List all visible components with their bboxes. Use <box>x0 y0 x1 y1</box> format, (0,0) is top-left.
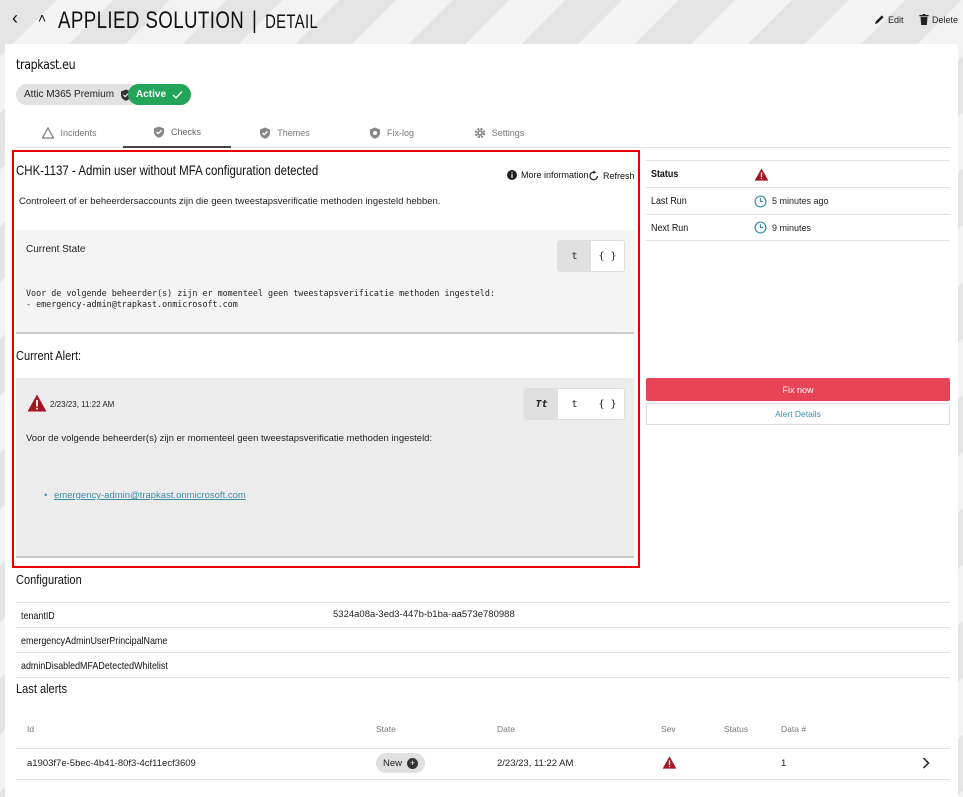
tab-themes[interactable]: Themes <box>231 118 338 148</box>
next-run-text: 9 minutes <box>772 222 812 233</box>
tab-label: Settings <box>491 128 525 138</box>
edit-button[interactable]: Edit <box>874 14 904 25</box>
chevron-up-icon[interactable]: ˄ <box>38 10 46 26</box>
tab-checks[interactable]: Checks <box>123 118 231 148</box>
tenant-domain: trapkast.eu <box>16 58 76 73</box>
configuration-title: Configuration <box>16 572 82 587</box>
check-icon <box>172 90 183 99</box>
alert-date: 2/23/23, 11:22 AM <box>497 758 574 769</box>
column-header-status: Status <box>724 724 749 734</box>
tab-label: Themes <box>277 128 310 138</box>
last-alerts-title: Last alerts <box>16 681 67 696</box>
tab-settings[interactable]: Settings <box>445 118 553 148</box>
table-divider <box>16 748 950 749</box>
tab-label: Checks <box>170 127 201 137</box>
config-row: adminDisabledMFADetectedWhitelist <box>16 652 950 677</box>
gear-icon <box>474 127 485 139</box>
page-subtitle: DETAIL <box>265 12 319 33</box>
page-title-text: APPLIED SOLUTION <box>58 7 245 34</box>
next-run-row: Next Run 9 minutes <box>646 214 950 241</box>
tab-bar: Incidents Checks Themes Fix-log Settings <box>16 118 950 148</box>
plus-icon: + <box>407 757 418 769</box>
last-run-value: 5 minutes ago <box>754 194 829 208</box>
config-key: tenantID <box>21 610 55 622</box>
state-badge[interactable]: New + <box>376 753 425 773</box>
state-badge-label: New <box>382 757 402 769</box>
last-run-label: Last Run <box>651 195 687 207</box>
trash-icon <box>919 14 929 25</box>
alert-data-count: 1 <box>781 758 787 769</box>
delete-label: Delete <box>932 14 959 25</box>
config-value: 5324a08a-3ed3-447b-b1ba-aa573e780988 <box>333 609 515 620</box>
config-key: emergencyAdminUserPrincipalName <box>21 635 168 647</box>
tab-fix-log[interactable]: Fix-log <box>338 118 445 148</box>
next-run-label: Next Run <box>651 221 689 234</box>
license-badge: Attic M365 Premium <box>16 84 141 105</box>
table-divider <box>16 779 950 780</box>
back-icon[interactable]: ‹ <box>12 8 18 29</box>
status-badge: Active <box>128 84 192 105</box>
last-run-row: Last Run 5 minutes ago <box>646 187 950 214</box>
pencil-icon <box>874 15 884 25</box>
warning-icon <box>754 167 769 181</box>
next-run-value: 9 minutes <box>754 221 811 234</box>
delete-button[interactable]: Delete <box>919 14 958 25</box>
config-row: tenantID 5324a08a-3ed3-447b-b1ba-aa573e7… <box>16 602 950 627</box>
shield-gear-icon <box>369 127 380 139</box>
license-badge-label: Attic M365 Premium <box>24 89 115 100</box>
title-separator: | <box>252 7 258 34</box>
configuration-table: tenantID 5324a08a-3ed3-447b-b1ba-aa573e7… <box>16 602 950 678</box>
clock-icon <box>754 221 767 234</box>
triangle-icon <box>42 127 55 139</box>
alert-id: a1903f7e-5bec-4b41-80f3-4cf11ecf3609 <box>27 758 196 769</box>
tab-label: Fix-log <box>386 128 414 138</box>
column-header-data-count: Data # <box>781 724 807 734</box>
tab-incidents[interactable]: Incidents <box>16 118 123 148</box>
edit-label: Edit <box>888 14 904 25</box>
config-divider <box>16 677 950 678</box>
page-header: ‹ ˄ APPLIED SOLUTION | DETAIL Edit Delete <box>0 0 963 44</box>
warning-icon <box>662 756 677 769</box>
fix-now-button[interactable]: Fix now <box>646 378 950 401</box>
config-key: adminDisabledMFADetectedWhitelist <box>21 660 168 672</box>
column-header-sev: Sev <box>661 724 676 734</box>
status-label: Status <box>651 168 679 180</box>
config-row: emergencyAdminUserPrincipalName <box>16 627 950 652</box>
clock-icon <box>754 194 767 208</box>
chevron-right-icon[interactable] <box>922 757 930 769</box>
column-header-date: Date <box>497 724 515 734</box>
status-row: Status <box>646 160 950 187</box>
status-panel: Status Last Run 5 minutes ago Next Run 9… <box>646 160 950 241</box>
status-value <box>754 167 769 181</box>
column-header-id: Id <box>27 724 35 734</box>
shield-check-icon <box>260 127 271 139</box>
last-run-text: 5 minutes ago <box>772 196 829 206</box>
tab-label: Incidents <box>60 128 97 138</box>
alert-details-button[interactable]: Alert Details <box>646 403 950 425</box>
column-header-state: State <box>376 724 396 734</box>
highlight-box <box>12 150 640 568</box>
page-title: APPLIED SOLUTION | DETAIL <box>58 7 318 35</box>
status-badge-label: Active <box>136 89 167 100</box>
shield-check-icon <box>153 126 164 138</box>
